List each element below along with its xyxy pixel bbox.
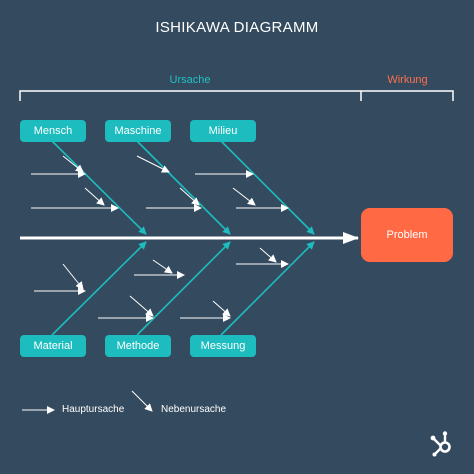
ursache-label: Ursache	[169, 74, 211, 86]
problem-box: Problem	[361, 208, 453, 262]
category-maschine: Maschine	[105, 120, 171, 142]
sub-cause-horizontal-arrows	[31, 170, 289, 322]
category-milieu: Milieu	[190, 120, 256, 142]
bone-messung	[220, 241, 315, 336]
hubspot-logo-icon	[430, 431, 451, 457]
category-methode: Methode	[105, 335, 171, 357]
legend-main-cause-label: Hauptursache	[62, 404, 125, 415]
bone-mensch	[51, 140, 147, 235]
bone-maschine	[136, 140, 231, 235]
bone-material	[51, 241, 147, 336]
wirkung-bracket	[361, 90, 454, 101]
bone-milieu	[220, 140, 315, 235]
legend-sub-cause-arrow-icon	[131, 390, 153, 412]
category-messung: Messung	[190, 335, 256, 357]
ursache-bracket	[19, 90, 362, 101]
bone-methode	[136, 241, 231, 336]
diagram-title: ISHIKAWA DIAGRAMM	[155, 19, 319, 36]
wirkung-label: Wirkung	[387, 74, 428, 86]
category-mensch: Mensch	[20, 120, 86, 142]
legend-sub-cause-label: Nebenursache	[161, 404, 227, 415]
category-material: Material	[20, 335, 86, 357]
